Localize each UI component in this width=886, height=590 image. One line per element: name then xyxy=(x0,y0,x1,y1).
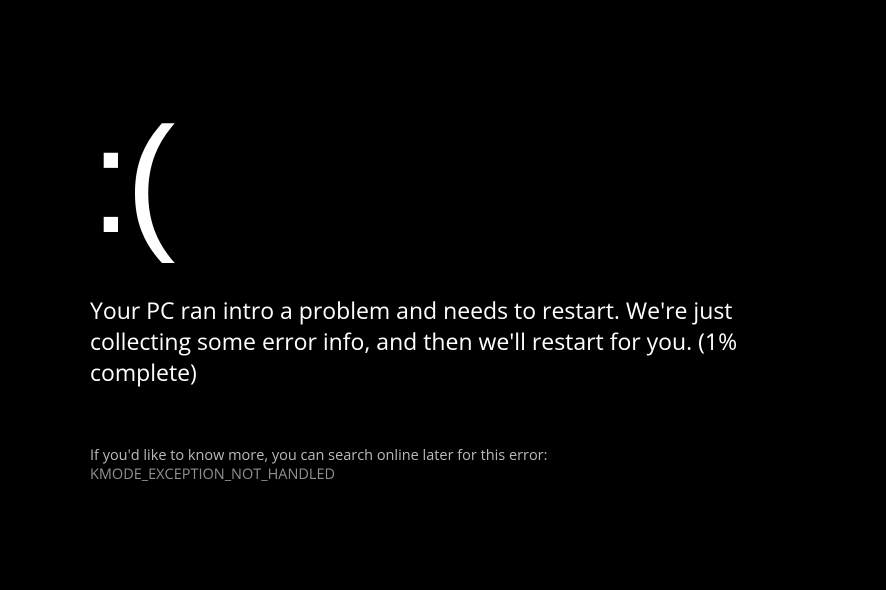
error-code: KMODE_EXCEPTION_NOT_HANDLED xyxy=(90,465,335,484)
main-error-message: Your PC ran intro a problem and needs to… xyxy=(90,295,790,388)
error-info-prefix: If you'd like to know more, you can sear… xyxy=(90,446,547,465)
error-info-line: If you'd like to know more, you can sear… xyxy=(90,446,790,484)
sad-face-icon: :( xyxy=(90,105,790,255)
error-screen: :( Your PC ran intro a problem and needs… xyxy=(90,105,790,484)
